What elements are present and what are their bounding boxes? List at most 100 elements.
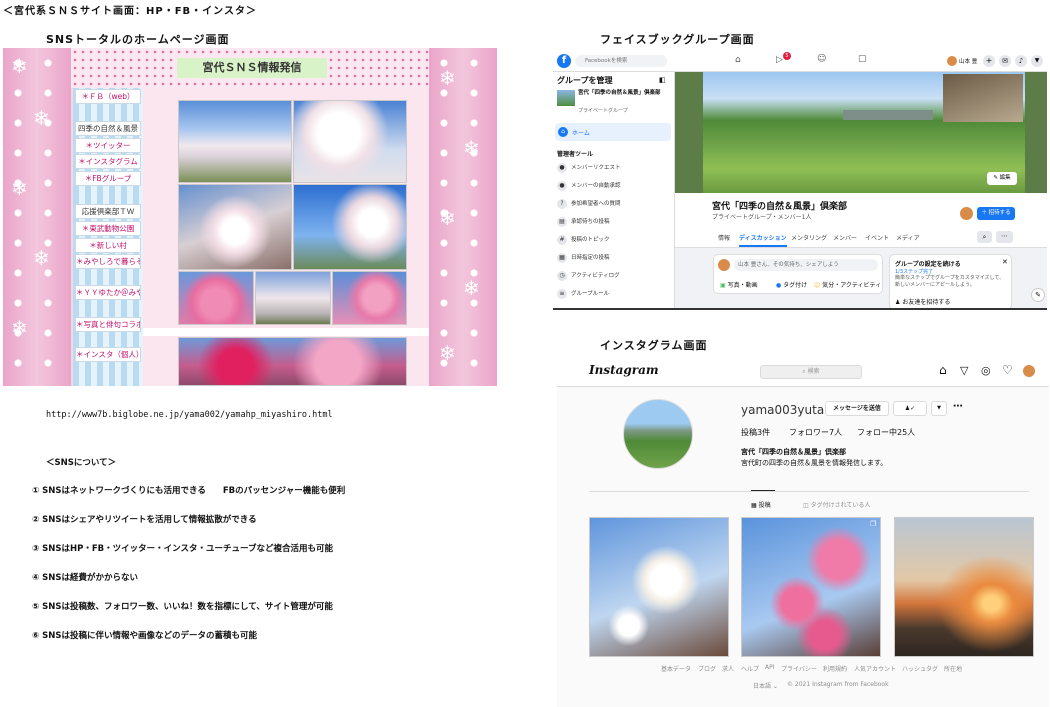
footer-link[interactable]: ヘルプ — [741, 664, 759, 673]
ig-language-select[interactable]: 日本語 ⌄ — [753, 681, 778, 690]
ig-stat-followers[interactable]: フォロワー7人 — [789, 427, 842, 438]
tag-icon: ◫ — [803, 502, 809, 509]
hp-menu-item[interactable]: ＊インスタ（個人） — [75, 347, 141, 362]
send-icon[interactable]: ▽ — [960, 364, 968, 377]
heart-icon[interactable]: ♡ — [1002, 363, 1013, 377]
rules-icon: ≡ — [557, 288, 567, 299]
fb-composer-input[interactable]: 山本 豊さん、その気持ち、シェアしよう — [734, 259, 878, 271]
search-icon[interactable]: ⌕ — [977, 231, 992, 243]
gaming-icon[interactable]: ▢ — [858, 54, 867, 64]
tab-tagged[interactable]: ◫ タグ付けされている人 — [803, 500, 870, 509]
close-icon[interactable]: ✕ — [1002, 258, 1008, 266]
groups-icon[interactable]: ☺ — [817, 54, 826, 64]
fb-home-row[interactable]: ⌂ ホーム — [555, 123, 671, 141]
ig-search-input[interactable]: ⌕ 検索 — [760, 365, 862, 379]
footer-link[interactable]: 利用規約 — [823, 664, 847, 673]
page-title: ＜宮代系ＳＮＳサイト画面：HP・FB・インスタ＞ — [3, 6, 257, 17]
home-icon[interactable]: ⌂ — [939, 363, 947, 377]
snowflake-icon: ❄ — [439, 206, 456, 230]
avatar[interactable] — [947, 56, 957, 66]
ig-stat-following[interactable]: フォロー中25人 — [857, 427, 915, 438]
footer-link[interactable]: API — [765, 664, 775, 671]
explore-icon[interactable]: ◎ — [981, 364, 991, 377]
footer-link[interactable]: ブログ — [698, 664, 716, 673]
fb-search-input[interactable]: Facebookを検索 — [575, 55, 667, 67]
compose-icon[interactable]: ✎ — [1031, 288, 1045, 302]
fb-admin-item-label: 投稿のトピック — [571, 237, 610, 243]
fb-admin-item[interactable]: ≡ グループルール — [557, 286, 673, 302]
fb-admin-item[interactable]: ? 参加希望者への質問 — [557, 196, 673, 212]
more-icon[interactable]: ⋯ — [953, 401, 963, 412]
hp-menu-item[interactable]: ＊ツイッター — [75, 138, 141, 153]
hp-menu-item[interactable]: ＊インスタグラム — [75, 154, 141, 169]
fb-user-name[interactable]: 山本 豊 — [959, 57, 977, 65]
hp-url[interactable]: http://www7b.biglobe.ne.jp/yama002/yamah… — [46, 410, 333, 420]
chevron-down-icon[interactable]: ▼ — [1031, 55, 1043, 67]
avatar[interactable] — [1023, 365, 1035, 377]
instagram-screenshot: Instagram ⌕ 検索 ⌂ ▽ ◎ ♡ yama003yuta メッセージ… — [557, 357, 1049, 707]
document-icon: ▤ — [557, 216, 567, 227]
tab-info[interactable]: 情報 — [718, 233, 730, 242]
ig-bio-name: 宮代「四季の自然＆風景」倶楽部 — [741, 448, 846, 456]
footer-link[interactable]: プライバシー — [781, 664, 817, 673]
hp-menu-item[interactable]: ＊写真と俳句コラボ — [75, 317, 141, 332]
fb-admin-item[interactable]: ● メンバーリクエスト — [557, 160, 673, 176]
chevron-down-icon[interactable]: ▼ — [931, 401, 947, 416]
bell-icon[interactable]: ♪ — [1015, 55, 1027, 67]
fb-photo-video-button[interactable]: ▣ 写真・動画 — [720, 280, 758, 289]
cherry-blossom-photo — [178, 184, 292, 270]
person-icon: ● — [557, 162, 567, 173]
hp-menu-item[interactable]: ＊ＹＹゆたか＠みやしろ — [75, 285, 141, 300]
facebook-logo-icon[interactable]: f — [557, 54, 571, 68]
fb-admin-item[interactable]: ● メンバーの自動承認 — [557, 178, 673, 194]
facebook-screenshot: f Facebookを検索 ⌂ ▷ 5 ☺ ▢ 山本 豊 + ✉ ♪ ▼ グルー… — [553, 50, 1047, 310]
more-icon[interactable]: ⋯ — [996, 231, 1013, 243]
clock-icon: ◷ — [557, 270, 567, 281]
tab-posts[interactable]: ▦ 投稿 — [751, 500, 771, 509]
instagram-logo[interactable]: Instagram — [589, 363, 659, 377]
plus-icon[interactable]: + — [983, 55, 995, 67]
fb-admin-item[interactable]: ▤ 承認待ちの投稿 — [557, 214, 673, 230]
hp-menu-item[interactable]: ＊東武動物公園 — [75, 221, 141, 236]
ig-profile-photo[interactable] — [623, 399, 693, 469]
fb-admin-item[interactable]: ◷ アクティビティログ — [557, 268, 673, 284]
panel-icon[interactable]: ◧ — [659, 76, 666, 84]
footer-link[interactable]: 所在地 — [944, 664, 962, 673]
fb-invite-button[interactable]: ＋ 招待する — [977, 207, 1015, 220]
hp-menu-item[interactable]: ＊ＦＢ（web） — [75, 89, 141, 104]
hp-menu-item[interactable]: 四季の自然＆風景 — [75, 121, 141, 136]
footer-link[interactable]: 人気アカウント — [854, 664, 896, 673]
footer-link[interactable]: ハッシュタグ — [902, 664, 938, 673]
footer-link[interactable]: 基本データ — [661, 664, 691, 673]
fb-tag-button[interactable]: ● タグ付け — [776, 280, 807, 289]
fb-composer-action-label: 写真・動画 — [727, 282, 758, 289]
tab-mentoring[interactable]: メンタリング — [791, 233, 827, 242]
home-icon[interactable]: ⌂ — [735, 55, 741, 65]
tab-events[interactable]: イベント — [865, 233, 889, 242]
hp-menu-item[interactable]: ＊新しい村 — [75, 238, 141, 253]
ig-follow-button[interactable]: ♟✓ — [893, 401, 927, 416]
hp-menu-item[interactable]: 応援倶楽部ＴＷ — [75, 204, 141, 219]
fb-invite-friends[interactable]: ♟ お友達を招待する — [895, 297, 950, 306]
tab-members[interactable]: メンバー — [833, 233, 857, 242]
fb-topbar: f Facebookを検索 ⌂ ▷ 5 ☺ ▢ 山本 豊 + ✉ ♪ ▼ — [553, 50, 1047, 72]
fb-group-name[interactable]: 宮代「四季の自然＆風景」倶楽部 — [578, 90, 666, 97]
tab-media[interactable]: メディア — [896, 233, 920, 242]
messenger-icon[interactable]: ✉ — [999, 55, 1011, 67]
tab-discussion[interactable]: ディスカッション — [739, 233, 787, 247]
ig-message-button[interactable]: メッセージを送信 — [825, 401, 889, 416]
fb-setup-desc: 簡単なステップでグループをカスタマイズして、新しいメンバーにアピールしよう。 — [895, 275, 1005, 288]
avatar[interactable] — [960, 207, 973, 220]
fb-admin-item[interactable]: ▦ 日時指定の投稿 — [557, 250, 673, 266]
chevron-down-icon: ⌄ — [772, 683, 778, 690]
video-icon[interactable]: ▷ — [776, 55, 783, 65]
ig-post-sunset[interactable] — [894, 517, 1034, 657]
hp-menu-item[interactable]: ＊FBグループ — [75, 171, 141, 186]
fb-admin-item[interactable]: # 投稿のトピック — [557, 232, 673, 248]
hp-menu-item[interactable]: ＊みやしろで暮らそう — [75, 254, 141, 269]
ig-post-plum-white[interactable] — [589, 517, 729, 657]
footer-link[interactable]: 求人 — [722, 664, 734, 673]
ig-post-plum-pink[interactable] — [741, 517, 881, 657]
fb-edit-button[interactable]: ✎ 編集 — [987, 172, 1017, 185]
fb-feeling-button[interactable]: ☺ 気分・アクティビティ — [814, 280, 881, 289]
